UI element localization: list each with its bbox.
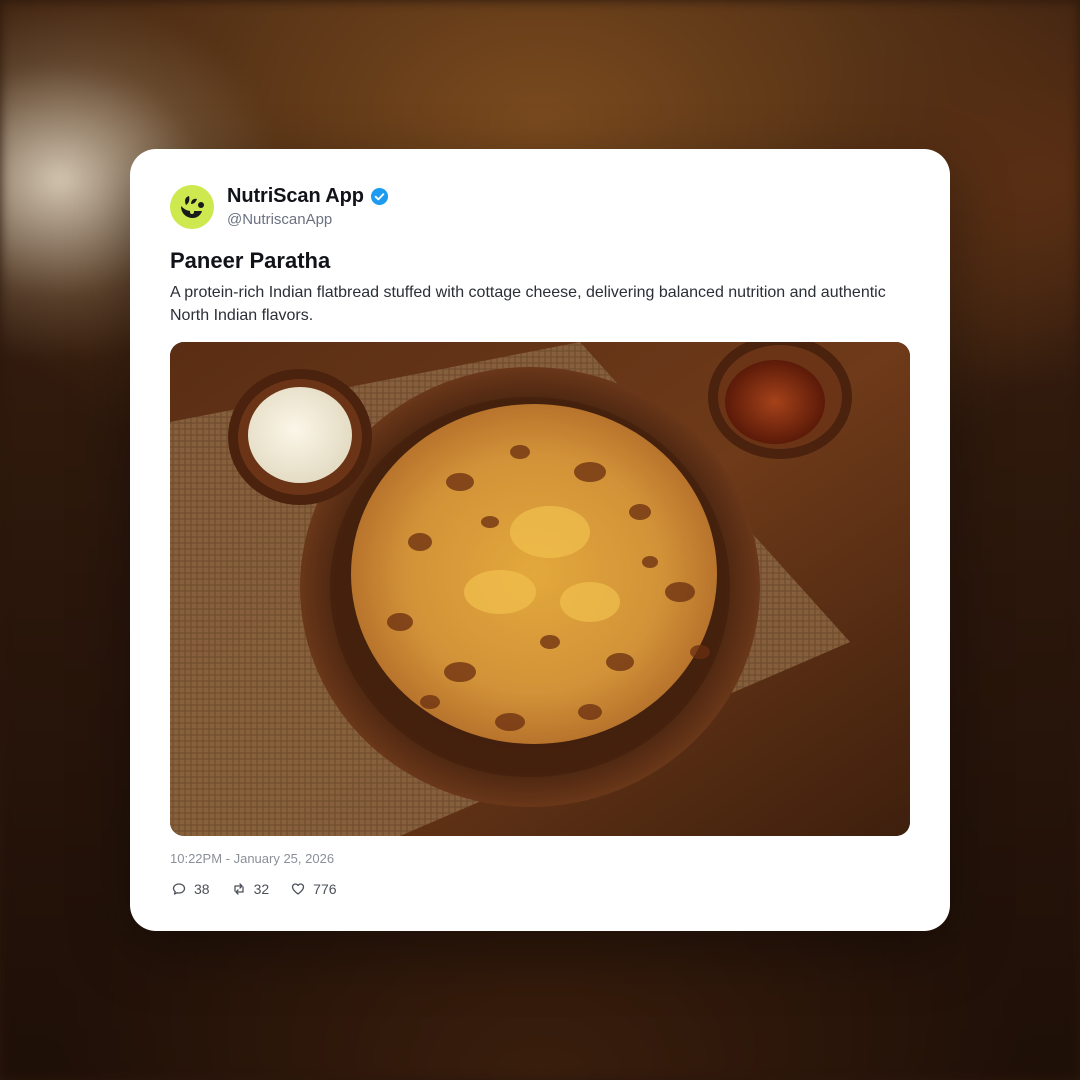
post-timestamp[interactable]: 10:22PM - January 25, 2026 [170, 851, 334, 866]
author-handle[interactable]: @NutriscanApp [227, 211, 332, 228]
verified-badge-icon [370, 187, 388, 206]
author-display-name[interactable]: NutriScan App [227, 185, 364, 208]
leaf-logo-icon [181, 196, 204, 218]
post-description: A protein-rich Indian flatbread stuffed … [170, 284, 886, 324]
reply-button[interactable]: 38 [172, 881, 210, 897]
reply-count: 38 [194, 881, 210, 897]
post-title: Paneer Paratha [170, 248, 331, 273]
retweet-button[interactable]: 32 [232, 881, 270, 897]
heart-icon [292, 883, 305, 895]
engagement-bar: 38 32 776 [172, 881, 337, 897]
retweet-icon [233, 883, 244, 895]
like-button[interactable]: 776 [291, 881, 337, 897]
avatar[interactable] [170, 185, 214, 229]
post-card: NutriScan App @NutriscanApp Paneer Parat… [130, 149, 950, 931]
like-count: 776 [313, 881, 337, 897]
retweet-count: 32 [253, 881, 270, 897]
post-image[interactable] [170, 342, 910, 836]
comment-icon [172, 883, 186, 895]
author-name-row: NutriScan App [227, 185, 389, 208]
paneer-paratha-photo [170, 342, 910, 836]
